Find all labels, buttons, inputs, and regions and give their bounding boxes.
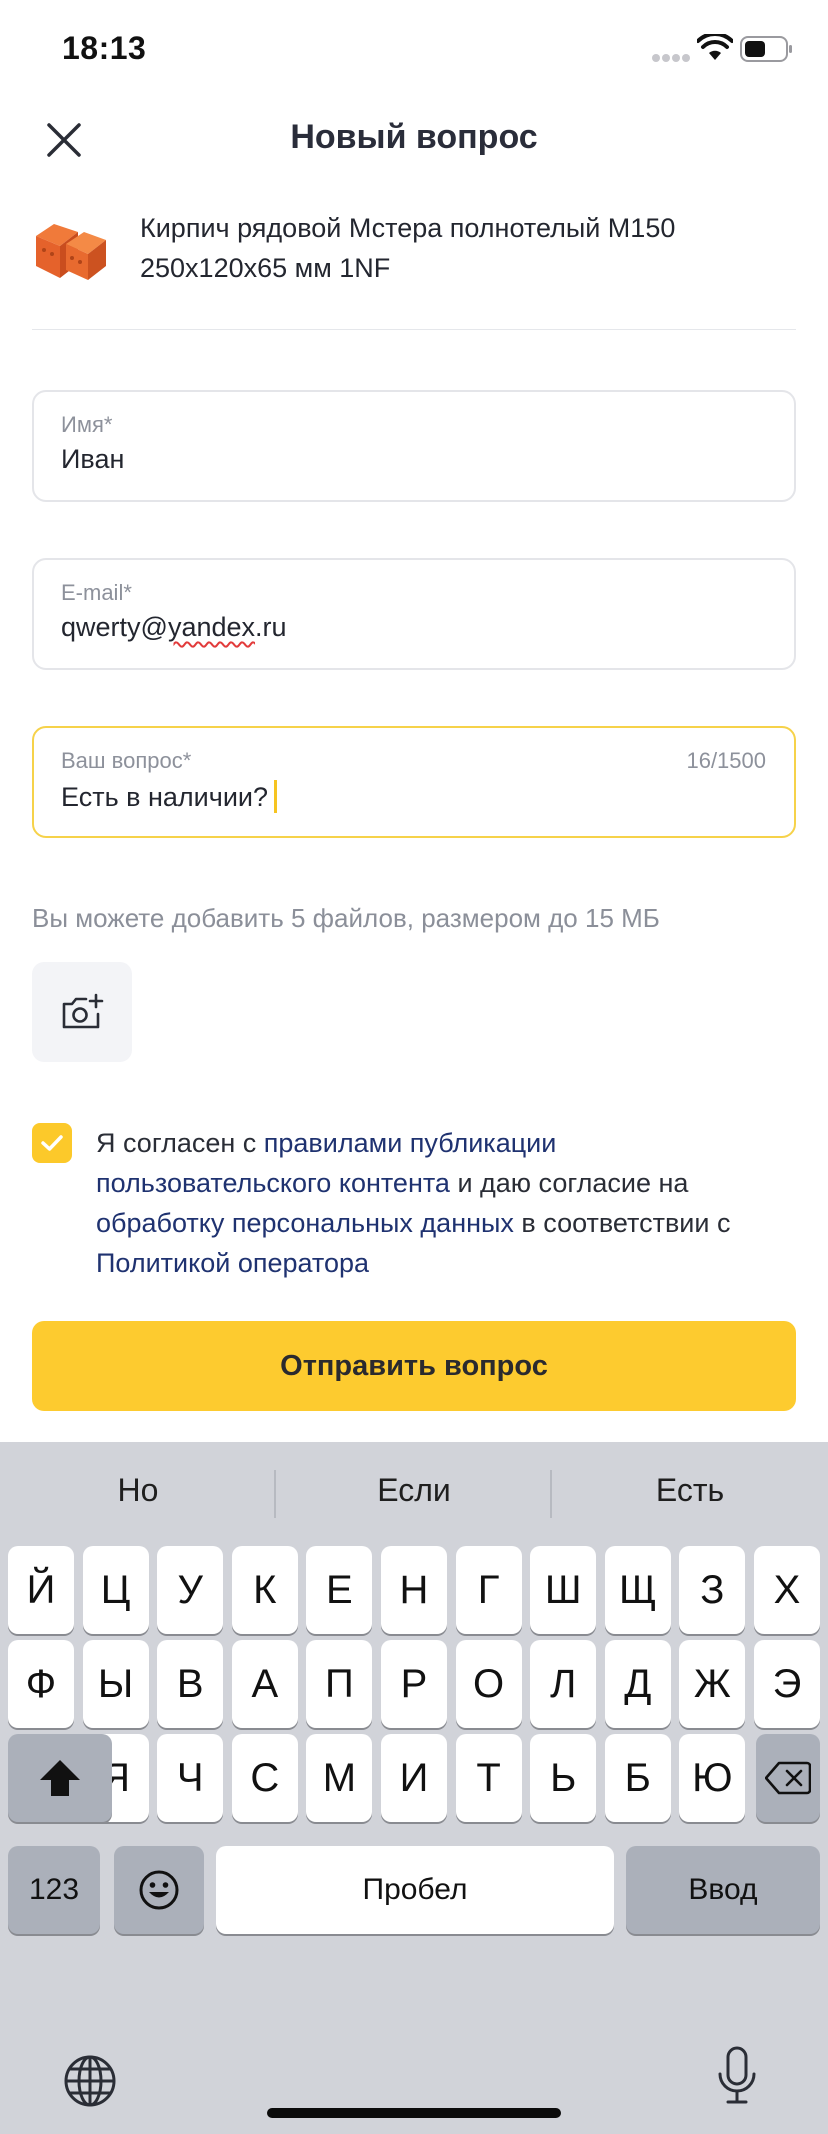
add-photo-button[interactable] xyxy=(32,962,132,1062)
key-row2-5[interactable]: П xyxy=(306,1640,373,1728)
key-row2-3[interactable]: В xyxy=(157,1640,224,1728)
numbers-key[interactable]: 123 xyxy=(8,1846,100,1934)
key-row3-7[interactable]: Ь xyxy=(530,1734,597,1822)
key-row2-9[interactable]: Д xyxy=(604,1640,671,1728)
consent-text-part: Я согласен с xyxy=(96,1128,264,1158)
globe-icon[interactable] xyxy=(63,2054,117,2108)
key-row2-7[interactable]: О xyxy=(455,1640,522,1728)
key-row1-9[interactable]: Щ xyxy=(604,1546,671,1634)
product-name: Кирпич рядовой Мстера полнотелый М150 25… xyxy=(140,213,676,283)
key-row3-6[interactable]: Т xyxy=(455,1734,522,1822)
key-row1-4[interactable]: К xyxy=(231,1546,298,1634)
battery-icon xyxy=(740,36,792,62)
consent-checkbox[interactable] xyxy=(32,1123,72,1163)
submit-question-button[interactable]: Отправить вопрос xyxy=(32,1321,796,1411)
status-time: 18:13 xyxy=(62,30,147,66)
emoji-icon xyxy=(139,1870,179,1910)
operator-policy-link[interactable]: Политикой оператора xyxy=(96,1248,369,1278)
key-row2-4[interactable]: А xyxy=(231,1640,298,1728)
email-value-prefix: qwerty@ xyxy=(61,612,168,642)
product-image xyxy=(36,224,106,280)
keyboard: Но Если Есть ЙЦУКЕНГШЩЗХ ФЫВАПРОЛДЖЭ ЯЧС… xyxy=(0,1442,828,2134)
question-text: Есть в наличии? xyxy=(61,782,268,812)
suggestion-3[interactable]: Есть xyxy=(552,1472,828,1509)
key-row3-3[interactable]: С xyxy=(231,1734,298,1822)
key-row1-1[interactable]: Й xyxy=(8,1546,74,1634)
name-field-label: Имя* xyxy=(61,412,113,437)
character-counter: 16/1500 xyxy=(686,748,766,773)
question-field-value: Есть в наличии? xyxy=(61,780,277,813)
consent-text-part: и даю согласие на xyxy=(449,1168,689,1198)
key-row1-11[interactable]: Х xyxy=(754,1546,820,1634)
key-row2-11[interactable]: Э xyxy=(754,1640,820,1728)
email-value-misspelled: yandex xyxy=(167,612,256,642)
text-caret xyxy=(274,780,277,813)
backspace-key[interactable] xyxy=(756,1734,820,1822)
suggestion-1[interactable]: Но xyxy=(0,1472,276,1509)
key-row1-7[interactable]: Г xyxy=(455,1546,522,1634)
product-summary: Кирпич рядовой Мстера полнотелый М150 25… xyxy=(32,204,796,330)
name-field-value: Иван xyxy=(61,444,125,474)
key-row1-5[interactable]: Е xyxy=(306,1546,373,1634)
shift-key[interactable] xyxy=(8,1734,112,1822)
personal-data-link[interactable]: обработку персональных данных xyxy=(96,1208,514,1238)
key-row1-10[interactable]: З xyxy=(679,1546,746,1634)
camera-plus-icon xyxy=(62,993,104,1029)
key-row2-1[interactable]: Ф xyxy=(8,1640,74,1728)
key-row2-8[interactable]: Л xyxy=(530,1640,597,1728)
suggestion-2[interactable]: Если xyxy=(276,1472,552,1509)
microphone-icon[interactable] xyxy=(716,2046,758,2108)
key-row2-6[interactable]: Р xyxy=(381,1640,447,1728)
key-row3-8[interactable]: Б xyxy=(604,1734,671,1822)
key-row1-3[interactable]: У xyxy=(157,1546,224,1634)
key-row2-10[interactable]: Ж xyxy=(679,1640,746,1728)
key-row1-6[interactable]: Н xyxy=(381,1546,447,1634)
page-title: Новый вопрос xyxy=(290,118,538,156)
wifi-icon xyxy=(697,34,733,60)
signal-icon xyxy=(652,54,692,62)
backspace-icon xyxy=(765,1761,811,1795)
name-field[interactable]: Имя* Иван xyxy=(32,390,796,502)
key-row3-5[interactable]: И xyxy=(381,1734,447,1822)
home-indicator xyxy=(267,2108,561,2118)
key-row2-2[interactable]: Ы xyxy=(82,1640,149,1728)
shift-icon xyxy=(40,1760,80,1796)
return-key[interactable]: Ввод xyxy=(626,1846,820,1934)
key-row3-4[interactable]: М xyxy=(306,1734,373,1822)
emoji-key[interactable] xyxy=(114,1846,204,1934)
attachments-hint: Вы можете добавить 5 файлов, размером до… xyxy=(32,903,660,933)
email-value-suffix: .ru xyxy=(255,612,287,642)
question-field-label: Ваш вопрос* xyxy=(61,748,192,773)
email-field-value: qwerty@yandex.ru xyxy=(61,612,287,643)
checkmark-icon xyxy=(41,1135,63,1151)
key-row1-2[interactable]: Ц xyxy=(82,1546,149,1634)
key-row3-2[interactable]: Ч xyxy=(157,1734,224,1822)
key-row3-9[interactable]: Ю xyxy=(679,1734,746,1822)
email-field[interactable]: E-mail* qwerty@yandex.ru xyxy=(32,558,796,670)
question-field[interactable]: Ваш вопрос* 16/1500 Есть в наличии? xyxy=(32,726,796,838)
key-row1-8[interactable]: Ш xyxy=(530,1546,597,1634)
consent-text-part: в соответствии с xyxy=(513,1208,731,1238)
space-key[interactable]: Пробел xyxy=(216,1846,614,1934)
email-field-label: E-mail* xyxy=(61,580,132,605)
consent-text: Я согласен с правилами публикации пользо… xyxy=(96,1123,796,1283)
status-bar: 18:13 xyxy=(0,0,828,100)
